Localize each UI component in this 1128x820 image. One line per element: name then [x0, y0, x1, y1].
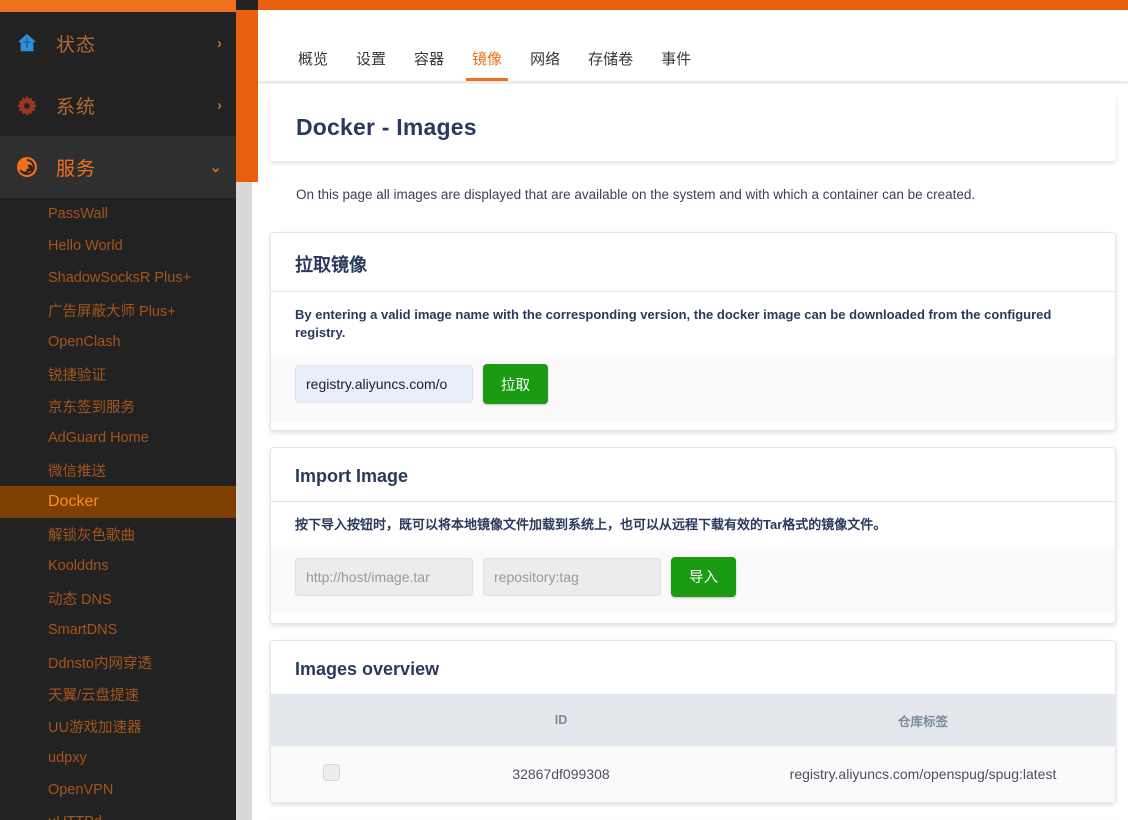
- tab-bar: 概览设置容器镜像网络存储卷事件: [258, 10, 1128, 82]
- sidebar-item-label: 系统: [56, 92, 217, 119]
- sidebar-subitem-3[interactable]: 广告屏蔽大师 Plus+: [0, 294, 236, 326]
- main-content: 概览设置容器镜像网络存储卷事件 Docker - Images On this …: [258, 0, 1128, 820]
- page-content: Docker - Images On this page all images …: [258, 84, 1128, 820]
- table-row: 32867df099308registry.aliyuncs.com/opens…: [271, 746, 1115, 802]
- row-checkbox[interactable]: [323, 764, 340, 781]
- sidebar-subitem-13[interactable]: SmartDNS: [0, 614, 236, 646]
- page-title-card: Docker - Images: [270, 96, 1116, 161]
- top-accent-bar: [258, 0, 1128, 10]
- pull-image-panel: 拉取镜像 By entering a valid image name with…: [270, 232, 1116, 431]
- sidebar-subitem-docker[interactable]: Docker: [0, 486, 236, 518]
- images-table-body: 32867df099308registry.aliyuncs.com/opens…: [271, 746, 1115, 802]
- row-select-cell: [271, 746, 391, 802]
- sidebar-subitem-16[interactable]: UU游戏加速器: [0, 710, 236, 742]
- chevron-right-icon: ›: [217, 35, 222, 52]
- import-button[interactable]: 导入: [671, 557, 736, 597]
- chevron-down-icon: ⌄: [209, 158, 222, 176]
- tab-5[interactable]: 存储卷: [574, 52, 647, 81]
- column-header-repo-tag: 仓库标签: [731, 695, 1115, 746]
- pull-image-header: 拉取镜像: [271, 233, 1115, 292]
- tab-4[interactable]: 网络: [516, 52, 574, 81]
- sidebar-subitem-5[interactable]: 锐捷验证: [0, 358, 236, 390]
- sidebar-subitem-1[interactable]: Hello World: [0, 230, 236, 262]
- images-overview-panel: Images overview ID 仓库标签 32867df099308reg…: [270, 640, 1116, 803]
- import-image-body: 按下导入按钮时，既可以将本地镜像文件加载到系统上，也可以从远程下载有效的Tar格…: [271, 502, 1115, 622]
- strip-accent: [236, 10, 258, 182]
- sidebar-subitem-4[interactable]: OpenClash: [0, 326, 236, 358]
- sidebar: 状态 › 系统 › 服务 ⌄ PassWallHello W: [0, 0, 236, 820]
- sidebar-subitem-19[interactable]: uHTTPd: [0, 806, 236, 820]
- images-table-head: ID 仓库标签: [271, 695, 1115, 746]
- pull-image-input[interactable]: [295, 365, 473, 403]
- import-image-header: Import Image: [271, 448, 1115, 502]
- sidebar-subitem-7[interactable]: AdGuard Home: [0, 422, 236, 454]
- images-overview-title: Images overview: [295, 659, 1091, 680]
- pull-image-form: 拉取: [271, 356, 1115, 422]
- tab-6[interactable]: 事件: [647, 52, 705, 81]
- sidebar-subitem-11[interactable]: Koolddns: [0, 550, 236, 582]
- gear-icon: [14, 92, 40, 118]
- sidebar-subitem-12[interactable]: 动态 DNS: [0, 582, 236, 614]
- import-image-form: 导入: [271, 549, 1115, 615]
- import-tag-input[interactable]: [483, 558, 661, 596]
- sidebar-subitem-2[interactable]: ShadowSocksR Plus+: [0, 262, 236, 294]
- pull-button[interactable]: 拉取: [483, 364, 548, 404]
- table-header-row: ID 仓库标签: [271, 695, 1115, 746]
- tab-0[interactable]: 概览: [284, 52, 342, 81]
- sidebar-item-services[interactable]: 服务 ⌄: [0, 136, 236, 198]
- sidebar-subitem-10[interactable]: 解锁灰色歌曲: [0, 518, 236, 550]
- column-header-select: [271, 695, 391, 746]
- home-icon: [14, 30, 40, 56]
- sidebar-item-label: 状态: [56, 30, 217, 57]
- tab-3[interactable]: 镜像: [458, 52, 516, 81]
- column-header-id: ID: [391, 695, 731, 746]
- pull-image-title: 拉取镜像: [295, 251, 1091, 277]
- sidebar-item-label: 服务: [56, 154, 209, 181]
- sidebar-item-system[interactable]: 系统 ›: [0, 74, 236, 136]
- sidebar-top-accent: [0, 0, 236, 12]
- page-description: On this page all images are displayed th…: [270, 175, 1116, 216]
- tab-1[interactable]: 设置: [342, 52, 400, 81]
- tab-2[interactable]: 容器: [400, 52, 458, 81]
- chevron-right-icon: ›: [217, 97, 222, 114]
- import-url-input[interactable]: [295, 558, 473, 596]
- sidebar-subitem-17[interactable]: udpxy: [0, 742, 236, 774]
- sidebar-submenu: PassWallHello WorldShadowSocksR Plus+广告屏…: [0, 198, 236, 820]
- image-repo-tag: registry.aliyuncs.com/openspug/spug:late…: [731, 746, 1115, 802]
- services-icon: [14, 154, 40, 180]
- import-image-panel: Import Image 按下导入按钮时，既可以将本地镜像文件加载到系统上，也可…: [270, 447, 1116, 623]
- sidebar-subitem-15[interactable]: 天翼/云盘提速: [0, 678, 236, 710]
- pull-image-note: By entering a valid image name with the …: [295, 306, 1091, 342]
- import-image-title: Import Image: [295, 466, 1091, 487]
- sidebar-subitem-6[interactable]: 京东签到服务: [0, 390, 236, 422]
- images-overview-header: Images overview: [271, 641, 1115, 695]
- sidebar-subitem-18[interactable]: OpenVPN: [0, 774, 236, 806]
- image-id-link[interactable]: 32867df099308: [391, 746, 731, 802]
- sidebar-subitem-0[interactable]: PassWall: [0, 198, 236, 230]
- images-table: ID 仓库标签 32867df099308registry.aliyuncs.c…: [271, 695, 1115, 802]
- sidebar-subitem-8[interactable]: 微信推送: [0, 454, 236, 486]
- sidebar-edge-strip: [236, 0, 258, 820]
- sidebar-subitem-14[interactable]: Ddnsto内网穿透: [0, 646, 236, 678]
- sidebar-item-status[interactable]: 状态 ›: [0, 12, 236, 74]
- pull-image-body: By entering a valid image name with the …: [271, 292, 1115, 430]
- page-title: Docker - Images: [296, 114, 1090, 141]
- import-image-note: 按下导入按钮时，既可以将本地镜像文件加载到系统上，也可以从远程下载有效的Tar格…: [295, 516, 1091, 534]
